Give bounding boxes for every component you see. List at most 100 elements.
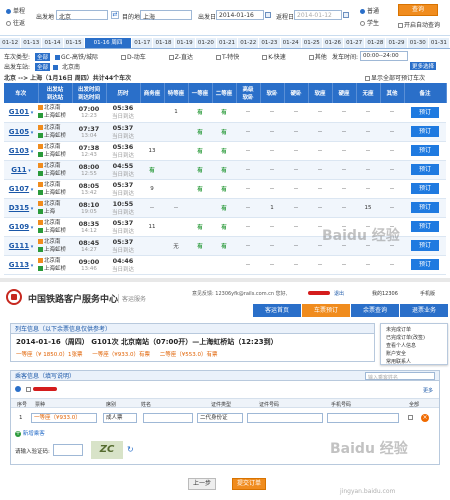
type-filter-checkbox[interactable] [262,55,268,60]
chevron-down-icon[interactable]: ▾ [29,110,34,116]
book-button[interactable]: 预订 [411,202,439,213]
train-number[interactable]: G109 [9,223,29,231]
chevron-down-icon[interactable]: ▾ [29,149,34,155]
passenger-search-input[interactable]: 输入乘客姓名 [365,372,435,381]
date-tab[interactable]: 01-19 [175,38,196,48]
passenger-student[interactable]: 学生 [360,18,379,27]
train-number[interactable]: G113 [9,261,29,269]
calendar-icon[interactable] [265,12,271,18]
chevron-down-icon[interactable]: ▾ [29,263,34,269]
show-all-toggle[interactable]: 显示全部可预订车次 [362,73,425,82]
type-filter-option[interactable]: K-快速 [259,54,286,61]
type-filter-checkbox[interactable] [215,55,221,60]
type-filter-checkbox[interactable] [168,55,174,60]
type-filter-checkbox[interactable] [54,55,60,60]
date-tab[interactable]: 01-25 [302,38,323,48]
depart-date-input[interactable]: 2014-01-16 [216,10,264,20]
phone-input[interactable] [327,413,399,423]
chevron-down-icon[interactable]: ▾ [27,168,31,174]
time-select[interactable]: 00:00--24:00 [360,51,408,61]
date-tab[interactable]: 01-13 [21,38,43,48]
chevron-down-icon[interactable]: ▾ [29,187,34,193]
from-input[interactable]: 北京 [56,10,108,21]
mobile-link[interactable]: 手机版 [420,290,435,297]
more-choice-button[interactable]: 更多选择 [410,62,437,70]
type-filter-option[interactable]: 全部 [32,53,50,61]
ticket-type-select[interactable]: 成人票 [103,413,137,423]
dropdown-item[interactable]: 常用联系人 [386,358,442,366]
train-number[interactable]: G103 [9,147,29,155]
submit-order-button[interactable]: 提交订单 [232,478,266,490]
refresh-icon[interactable]: ↻ [127,445,134,454]
date-tab[interactable]: 01-21 [217,38,239,48]
book-button[interactable]: 预订 [411,126,439,137]
calendar-icon[interactable] [343,12,349,18]
chevron-down-icon[interactable]: ▾ [29,225,34,231]
oneway-radio[interactable] [6,9,11,14]
nav-item[interactable]: 退票业务 [400,304,448,317]
auto-query-checkbox[interactable] [398,23,403,28]
more-link[interactable]: 更多 [423,387,433,394]
nav-item[interactable]: 车票预订 [302,304,350,317]
type-filter-option[interactable]: GC-高铁/城际 [52,54,98,61]
book-button[interactable]: 预订 [411,164,439,175]
name-input[interactable] [143,413,193,423]
book-button[interactable]: 预订 [411,183,439,194]
captcha-input[interactable] [53,444,83,456]
station-filter-checkbox[interactable] [52,65,58,70]
date-tab[interactable]: 01-20 [196,38,217,48]
date-tab[interactable]: 01-18 [153,38,175,48]
nav-item[interactable]: 余票查询 [351,304,399,317]
date-tab[interactable]: 01-17 [132,38,154,48]
date-tab[interactable]: 01-16 周四 [84,38,133,48]
train-number[interactable]: G111 [9,242,29,250]
logout-link[interactable]: 退出 [334,290,344,297]
dropdown-item[interactable]: 已完成订单(改签) [386,334,442,342]
chevron-down-icon[interactable]: ▾ [29,206,34,212]
passenger-normal[interactable]: 普通 [360,6,379,15]
nav-item[interactable]: 客运首页 [253,304,301,317]
type-filter-option[interactable]: D-动车 [118,54,146,61]
book-button[interactable]: 预订 [411,145,439,156]
passenger-checkbox[interactable] [26,387,31,392]
trip-type-oneway[interactable]: 单程 [6,6,25,15]
date-tab[interactable]: 01-29 [386,38,408,48]
book-button[interactable]: 预订 [411,240,439,251]
prev-button[interactable]: 上一步 [188,478,216,490]
type-filter-option[interactable]: T-特快 [213,54,239,61]
swap-icon[interactable]: ⇄ [111,11,119,19]
station-filter-option[interactable]: 全部 [32,63,50,71]
date-tab[interactable]: 01-30 [408,38,429,48]
trip-type-return[interactable]: 往返 [6,18,25,27]
train-number[interactable]: G107 [9,185,29,193]
seat-select[interactable]: 一等座（¥933.0） [31,413,97,423]
return-date-input[interactable]: 2014-01-12 [294,10,342,20]
date-tab[interactable]: 01-27 [344,38,366,48]
book-button[interactable]: 预订 [411,106,439,118]
return-radio[interactable] [6,21,11,26]
student-radio[interactable] [360,21,365,26]
date-tab[interactable]: 01-31 [429,38,450,48]
delete-icon[interactable]: × [421,414,429,422]
type-filter-option[interactable]: 其他 [306,54,327,61]
station-filter-option[interactable]: 北京南 [50,64,80,71]
date-tab[interactable]: 01-24 [281,38,302,48]
dropdown-item[interactable]: 查看个人信息 [386,342,442,350]
train-number[interactable]: G11 [11,166,27,174]
date-tab[interactable]: 01-15 [64,38,85,48]
type-filter-checkbox[interactable] [308,55,314,60]
id-number-input[interactable] [247,413,323,423]
chevron-down-icon[interactable]: ▾ [29,244,34,250]
dropdown-item[interactable]: 未完成订单 [386,326,442,334]
date-tab[interactable]: 01-14 [42,38,64,48]
train-number[interactable]: D315 [9,204,29,212]
add-passenger-link[interactable]: + 新增乘客 [15,429,45,437]
normal-radio[interactable] [360,9,365,14]
type-filter-option[interactable]: Z-直达 [166,54,193,61]
query-button[interactable]: 查询 [398,4,438,16]
date-tab[interactable]: 01-22 [238,38,260,48]
chevron-down-icon[interactable]: ▾ [29,130,34,136]
to-input[interactable]: 上海 [140,10,192,21]
type-filter-checkbox[interactable] [121,55,126,60]
date-tab[interactable]: 01-12 [0,38,22,48]
